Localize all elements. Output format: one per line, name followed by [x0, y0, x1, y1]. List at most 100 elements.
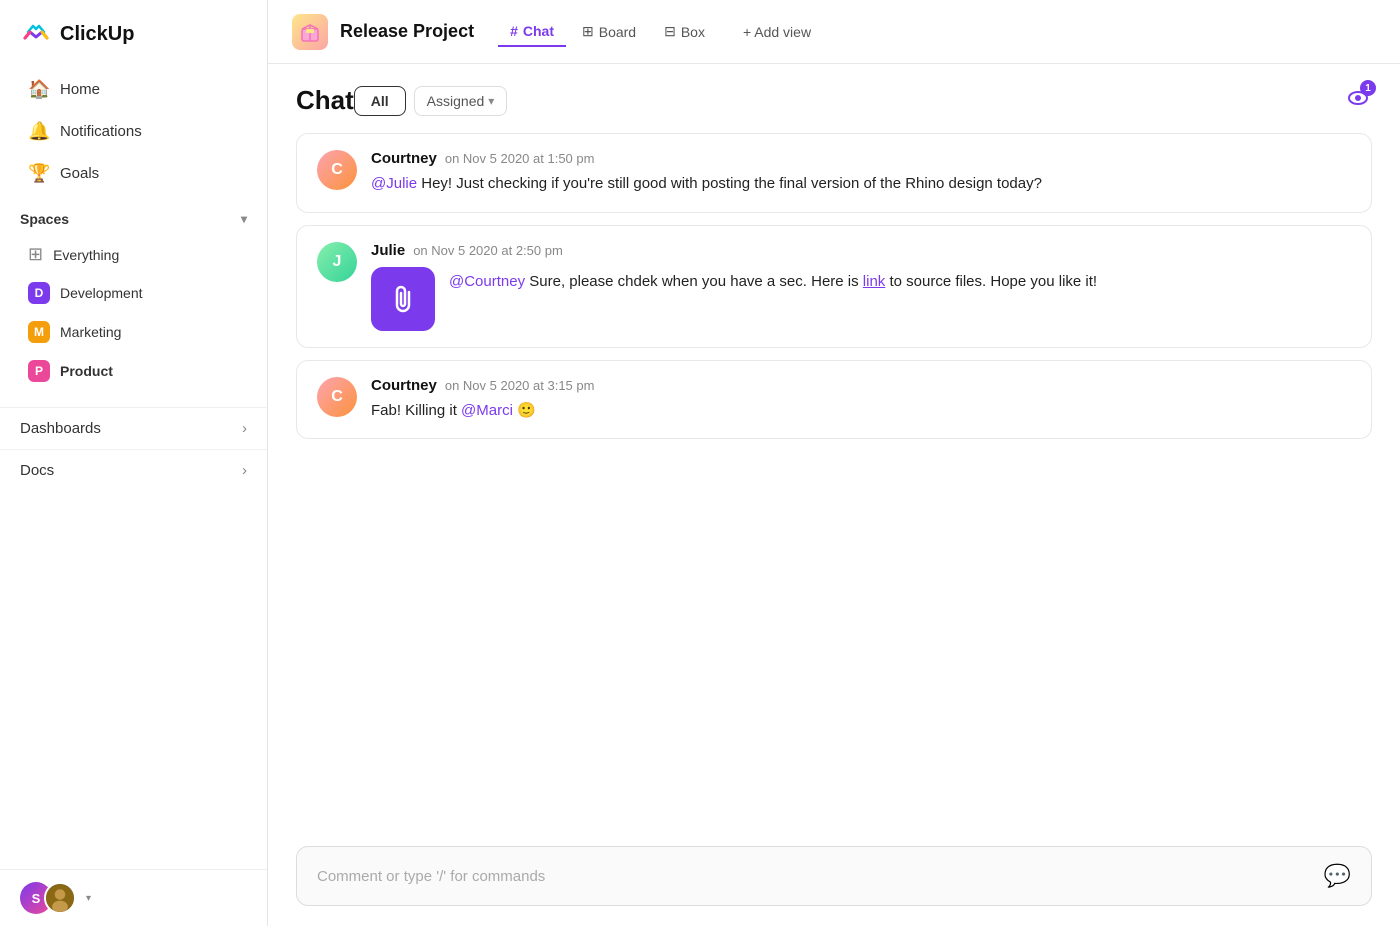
user-chevron-icon: ▾ — [86, 893, 91, 904]
attachment-block: @Courtney Sure, please chdek when you ha… — [371, 267, 1351, 331]
marketing-badge: M — [28, 321, 50, 343]
project-title: Release Project — [340, 21, 474, 42]
message-card-1: C Courtney on Nov 5 2020 at 1:50 pm @Jul… — [296, 133, 1372, 213]
sidebar-item-docs[interactable]: Docs › — [0, 449, 267, 491]
chat-header: Chat All Assigned ▾ 1 — [268, 64, 1400, 133]
add-view-button[interactable]: + Add view — [733, 18, 821, 46]
topbar: Release Project # Chat ⊞ Board ⊟ Box + A… — [268, 0, 1400, 64]
msg-text-2-end: to source files. Hope you like it! — [889, 273, 1097, 290]
message-card-3: C Courtney on Nov 5 2020 at 3:15 pm Fab!… — [296, 360, 1372, 440]
msg-text-3-start: Fab! Killing it — [371, 402, 461, 419]
msg-body-3: Courtney on Nov 5 2020 at 3:15 pm Fab! K… — [371, 377, 1351, 423]
filter-assigned-label: Assigned — [427, 93, 485, 109]
bell-icon: 🔔 — [28, 121, 50, 142]
sidebar-item-goals[interactable]: 🏆 Goals — [8, 153, 259, 194]
spaces-label: Spaces — [20, 211, 69, 227]
watch-icon-wrap[interactable]: 1 — [1344, 84, 1372, 117]
messages-area: C Courtney on Nov 5 2020 at 1:50 pm @Jul… — [268, 133, 1400, 838]
msg-body-2: Julie on Nov 5 2020 at 2:50 pm @Courtney… — [371, 242, 1351, 331]
comment-input-area[interactable]: Comment or type '/' for commands 💬 — [296, 846, 1372, 906]
avatar-m — [44, 882, 76, 914]
msg-author-2: Julie — [371, 242, 405, 259]
user-avatar-icon — [46, 882, 74, 914]
everything-icon: ⊞ — [28, 244, 43, 265]
link-source[interactable]: link — [863, 273, 886, 290]
chevron-down-filter-icon: ▾ — [488, 94, 494, 108]
board-icon: ⊞ — [582, 23, 594, 40]
msg-author-1: Courtney — [371, 150, 437, 167]
msg-text-2-body: Sure, please chdek when you have a sec. … — [529, 273, 863, 290]
tab-board-label: Board — [599, 24, 636, 40]
main-content: Release Project # Chat ⊞ Board ⊟ Box + A… — [268, 0, 1400, 926]
avatar-group: S — [20, 882, 76, 914]
msg-meta-1: Courtney on Nov 5 2020 at 1:50 pm — [371, 150, 1351, 167]
sidebar-nav: 🏠 Home 🔔 Notifications 🏆 Goals — [0, 64, 267, 199]
sidebar-item-dashboards[interactable]: Dashboards › — [0, 407, 267, 449]
sidebar-item-product[interactable]: P Product — [8, 352, 259, 390]
tab-board[interactable]: ⊞ Board — [570, 17, 648, 46]
filter-all-button[interactable]: All — [354, 86, 406, 116]
chat-title: Chat — [296, 85, 354, 116]
chat-container: Chat All Assigned ▾ 1 C — [268, 64, 1400, 926]
user-area[interactable]: S ▾ — [0, 869, 267, 926]
mention-julie: @Julie — [371, 175, 417, 192]
msg-text-1: @Julie Hey! Just checking if you're stil… — [371, 173, 1351, 196]
package-icon — [299, 21, 321, 43]
avatar-courtney-2: C — [317, 377, 357, 417]
box-icon: ⊟ — [664, 23, 676, 40]
speech-bubble-icon: 💬 — [1324, 863, 1351, 889]
mention-marci: @Marci — [461, 402, 513, 419]
dashboards-label: Dashboards — [20, 420, 101, 437]
sidebar-item-notifications-label: Notifications — [60, 123, 142, 140]
msg-time-2: on Nov 5 2020 at 2:50 pm — [413, 243, 563, 258]
spaces-header[interactable]: Spaces ▾ — [0, 199, 267, 235]
mention-courtney: @Courtney — [449, 273, 525, 290]
msg-body-1: Courtney on Nov 5 2020 at 1:50 pm @Julie… — [371, 150, 1351, 196]
tab-chat[interactable]: # Chat — [498, 17, 566, 47]
view-tabs: # Chat ⊞ Board ⊟ Box — [498, 17, 717, 47]
msg-text-3-emoji: 🙂 — [517, 402, 536, 419]
sidebar-item-notifications[interactable]: 🔔 Notifications — [8, 111, 259, 152]
sidebar-item-marketing-label: Marketing — [60, 324, 121, 340]
tab-chat-label: Chat — [523, 23, 554, 39]
watch-badge: 1 — [1360, 80, 1376, 96]
msg-time-3: on Nov 5 2020 at 3:15 pm — [445, 378, 595, 393]
msg-author-3: Courtney — [371, 377, 437, 394]
development-badge: D — [28, 282, 50, 304]
msg-text-3: Fab! Killing it @Marci 🙂 — [371, 400, 1351, 423]
chevron-right-icon-2: › — [242, 462, 247, 479]
sidebar-item-everything[interactable]: ⊞ Everything — [8, 236, 259, 273]
filter-assigned-button[interactable]: Assigned ▾ — [414, 86, 508, 116]
chevron-right-icon: › — [242, 420, 247, 437]
hash-icon: # — [510, 23, 518, 39]
comment-placeholder: Comment or type '/' for commands — [317, 868, 545, 885]
project-icon — [292, 14, 328, 50]
spaces-list: ⊞ Everything D Development M Marketing P… — [0, 235, 267, 391]
sidebar-item-goals-label: Goals — [60, 165, 99, 182]
trophy-icon: 🏆 — [28, 163, 50, 184]
logo-area[interactable]: ClickUp — [0, 0, 267, 64]
tab-box[interactable]: ⊟ Box — [652, 17, 717, 46]
msg-meta-3: Courtney on Nov 5 2020 at 3:15 pm — [371, 377, 1351, 394]
sidebar-item-development-label: Development — [60, 285, 143, 301]
sidebar-item-product-label: Product — [60, 363, 113, 379]
sidebar: ClickUp 🏠 Home 🔔 Notifications 🏆 Goals S… — [0, 0, 268, 926]
paperclip-icon — [388, 284, 418, 314]
attachment-icon — [371, 267, 435, 331]
sidebar-item-marketing[interactable]: M Marketing — [8, 313, 259, 351]
sidebar-item-home-label: Home — [60, 81, 100, 98]
clickup-logo-icon — [20, 18, 52, 50]
sidebar-item-development[interactable]: D Development — [8, 274, 259, 312]
sidebar-item-home[interactable]: 🏠 Home — [8, 69, 259, 110]
msg-text-1-body: Hey! Just checking if you're still good … — [421, 175, 1042, 192]
chat-filters: All Assigned ▾ — [354, 86, 508, 116]
avatar-julie: J — [317, 242, 357, 282]
message-card-2: J Julie on Nov 5 2020 at 2:50 pm @ — [296, 225, 1372, 348]
tab-box-label: Box — [681, 24, 705, 40]
msg-time-1: on Nov 5 2020 at 1:50 pm — [445, 151, 595, 166]
sidebar-item-everything-label: Everything — [53, 247, 119, 263]
chevron-down-icon: ▾ — [241, 212, 247, 226]
msg-text-2: @Courtney Sure, please chdek when you ha… — [449, 267, 1097, 294]
logo-text: ClickUp — [60, 23, 134, 46]
docs-label: Docs — [20, 462, 54, 479]
